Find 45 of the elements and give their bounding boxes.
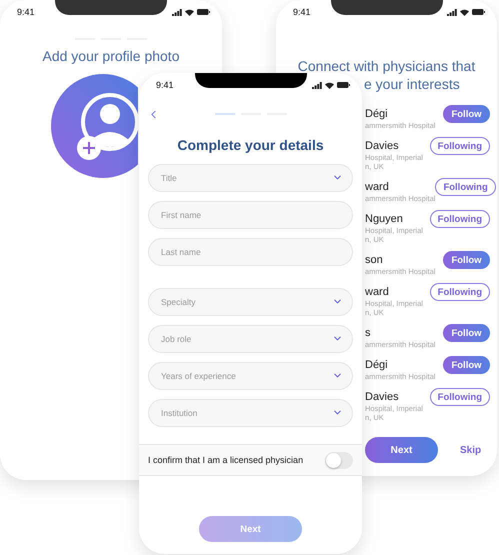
- battery-icon: [197, 9, 210, 15]
- physician-name: Davies: [365, 390, 400, 404]
- physician-name: ward: [365, 180, 390, 194]
- follow-button[interactable]: Following: [435, 178, 496, 196]
- signal-icon: [447, 8, 457, 16]
- input-field[interactable]: Last name: [148, 238, 353, 266]
- physician-name: ward: [365, 285, 390, 299]
- select-field[interactable]: Title: [148, 164, 353, 192]
- battery-icon: [472, 9, 485, 15]
- screen-title: Connect with physicians that: [298, 57, 476, 75]
- select-field[interactable]: Years of experience: [148, 362, 353, 390]
- follow-button[interactable]: Follow: [443, 105, 490, 123]
- status-time: 9:41: [293, 7, 311, 17]
- confirm-label: I confirm that I am a licensed physician: [148, 455, 304, 465]
- follow-button[interactable]: Following: [430, 210, 490, 228]
- screen-title: Complete your details: [176, 137, 325, 153]
- follow-button[interactable]: Following: [430, 388, 490, 406]
- follow-button[interactable]: Follow: [443, 251, 490, 269]
- wifi-icon: [460, 8, 469, 16]
- wifi-icon: [185, 8, 194, 16]
- status-time: 9:41: [17, 7, 35, 17]
- select-field[interactable]: Institution: [148, 399, 353, 427]
- physician-name: son: [365, 253, 384, 267]
- battery-icon: [337, 82, 350, 88]
- next-button[interactable]: Next: [365, 437, 438, 463]
- skip-button[interactable]: Skip: [460, 444, 482, 456]
- physician-name: Dégi: [365, 107, 389, 121]
- select-field[interactable]: Specialty: [148, 288, 353, 316]
- physician-name: Nguyen: [365, 212, 404, 226]
- follow-button[interactable]: Following: [430, 283, 490, 301]
- follow-button[interactable]: Follow: [443, 356, 490, 374]
- follow-button[interactable]: Follow: [443, 324, 490, 342]
- input-field[interactable]: First name: [148, 201, 353, 229]
- status-time: 9:41: [156, 80, 174, 90]
- wifi-icon: [325, 82, 334, 88]
- signal-icon: [312, 82, 322, 88]
- physician-name: Davies: [365, 139, 400, 153]
- physician-name: Dégi: [365, 358, 389, 372]
- confirm-toggle[interactable]: [325, 452, 353, 468]
- physician-name: s: [365, 326, 372, 340]
- screen-title: Add your profile photo: [42, 48, 180, 64]
- select-field[interactable]: Job role: [148, 325, 353, 353]
- follow-button[interactable]: Following: [430, 137, 490, 155]
- signal-icon: [172, 8, 182, 16]
- screen-title: e your interests: [364, 75, 460, 93]
